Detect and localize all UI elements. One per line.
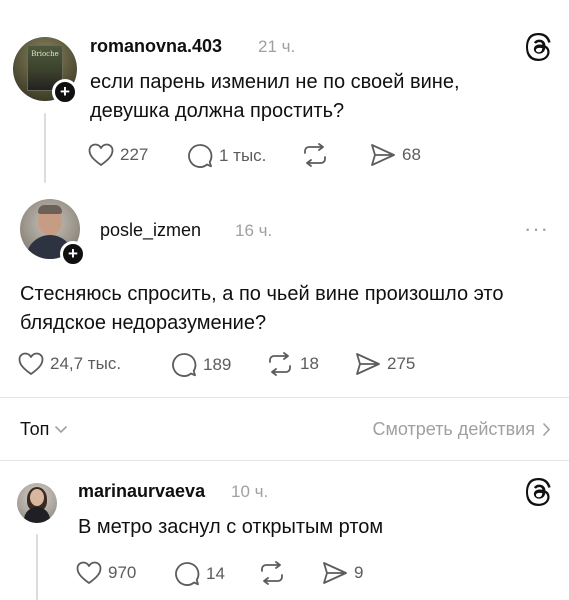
chevron-down-icon [55, 425, 68, 433]
thread-line [44, 113, 46, 183]
divider [0, 397, 569, 398]
like-count: 227 [120, 145, 149, 164]
username[interactable]: posle_izmen [100, 220, 201, 241]
view-activity-label: Смотреть действия [372, 419, 535, 439]
reply-text: В метро заснул с открытым ртом [78, 516, 384, 538]
reply-button[interactable]: 1 тыс. [187, 143, 266, 169]
post-text: Стесняюсь спросить, а по чьей вине произ… [20, 283, 504, 334]
timestamp: 16 ч. [235, 221, 273, 240]
reply-count: 14 [206, 564, 225, 583]
comment-icon [188, 144, 213, 168]
sort-dropdown[interactable]: Топ [20, 419, 68, 440]
username[interactable]: romanovna.403 [90, 36, 222, 57]
avatar-hair [38, 205, 62, 214]
avatar-body [24, 507, 50, 523]
timestamp: 21 ч. [258, 37, 296, 56]
more-options-icon[interactable]: ··· [524, 218, 549, 240]
repost-icon [269, 352, 291, 376]
follow-plus-button[interactable]: + [52, 79, 78, 105]
post-text: если парень изменил не по своей вине, де… [90, 71, 460, 122]
username[interactable]: marinaurvaeva [78, 481, 205, 502]
thread-line [36, 534, 38, 600]
divider [0, 460, 569, 461]
follow-plus-button[interactable]: + [60, 241, 86, 267]
chevron-right-icon [543, 423, 551, 436]
heart-icon [76, 561, 102, 584]
reply-count: 1 тыс. [219, 146, 267, 165]
repost-button[interactable]: 18 [266, 352, 319, 376]
comment-icon [175, 562, 200, 586]
repost-button[interactable] [301, 143, 335, 167]
like-button[interactable]: 227 [88, 143, 148, 167]
heart-icon [18, 352, 44, 375]
avatar-book-title: Brioche [31, 50, 59, 58]
avatar[interactable] [17, 483, 57, 523]
reply-count: 189 [203, 355, 232, 374]
send-icon [323, 562, 347, 584]
comment-icon [172, 353, 197, 377]
like-button[interactable]: 24,7 тыс. [18, 352, 121, 376]
like-count: 24,7 тыс. [50, 354, 122, 373]
share-count: 68 [402, 145, 421, 164]
send-icon [371, 144, 395, 166]
avatar-head [30, 489, 44, 506]
share-count: 9 [354, 563, 364, 582]
share-count: 275 [387, 354, 416, 373]
repost-icon [261, 561, 283, 585]
reply-button[interactable]: 14 [174, 561, 225, 587]
repost-icon [304, 143, 326, 167]
heart-icon [88, 143, 114, 166]
reply-button[interactable]: 189 [171, 352, 231, 378]
share-button[interactable]: 68 [370, 143, 421, 167]
share-button[interactable]: 275 [355, 352, 415, 376]
threads-logo-icon [526, 33, 552, 66]
share-button[interactable]: 9 [322, 561, 363, 585]
threads-logo-icon [526, 478, 552, 511]
send-icon [356, 353, 380, 375]
sort-label: Топ [20, 419, 50, 439]
like-count: 970 [108, 563, 137, 582]
repost-count: 18 [300, 354, 319, 373]
timestamp: 10 ч. [231, 482, 269, 501]
view-activity-link[interactable]: Смотреть действия [373, 419, 551, 440]
like-button[interactable]: 970 [76, 561, 136, 585]
repost-button[interactable] [258, 561, 292, 585]
